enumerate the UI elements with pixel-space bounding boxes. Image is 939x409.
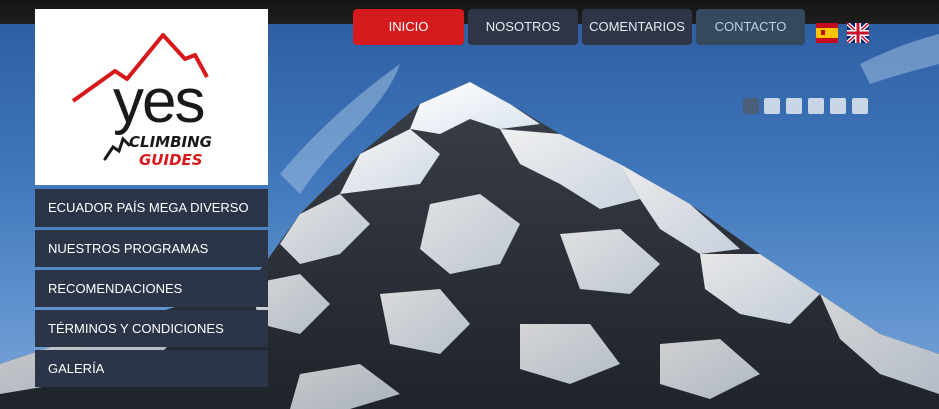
nav-contacto-button[interactable]: CONTACTO [696, 9, 805, 45]
nav-nosotros-button[interactable]: NOSOTROS [468, 9, 578, 45]
logo-climbing-text: CLIMBING [129, 133, 212, 151]
side-menu-item-ecuador[interactable]: ECUADOR PAÍS MEGA DIVERSO [35, 189, 268, 227]
nav-comentarios-button[interactable]: COMENTARIOS [582, 9, 692, 45]
uk-flag-icon[interactable] [847, 23, 869, 43]
slider-dot-1[interactable] [743, 98, 759, 114]
slider-dot-3[interactable] [786, 98, 802, 114]
slider-dot-5[interactable] [830, 98, 846, 114]
logo-brand-text: yes [113, 67, 205, 136]
logo-guides-text: GUIDES [139, 151, 203, 169]
nav-inicio-button[interactable]: INICIO [353, 9, 464, 45]
side-menu-item-galeria[interactable]: GALERÍA [35, 350, 268, 387]
side-menu: ECUADOR PAÍS MEGA DIVERSO NUESTROS PROGR… [35, 189, 268, 390]
side-menu-item-recomendaciones[interactable]: RECOMENDACIONES [35, 270, 268, 307]
slider-dot-4[interactable] [808, 98, 824, 114]
spain-flag-icon[interactable] [816, 23, 838, 43]
site-logo[interactable]: yes CLIMBING GUIDES [35, 9, 268, 185]
side-menu-item-programas[interactable]: NUESTROS PROGRAMAS [35, 230, 268, 267]
side-menu-item-terminos[interactable]: TÉRMINOS Y CONDICIONES [35, 310, 268, 347]
slider-dot-6[interactable] [852, 98, 868, 114]
slider-dot-2[interactable] [764, 98, 780, 114]
